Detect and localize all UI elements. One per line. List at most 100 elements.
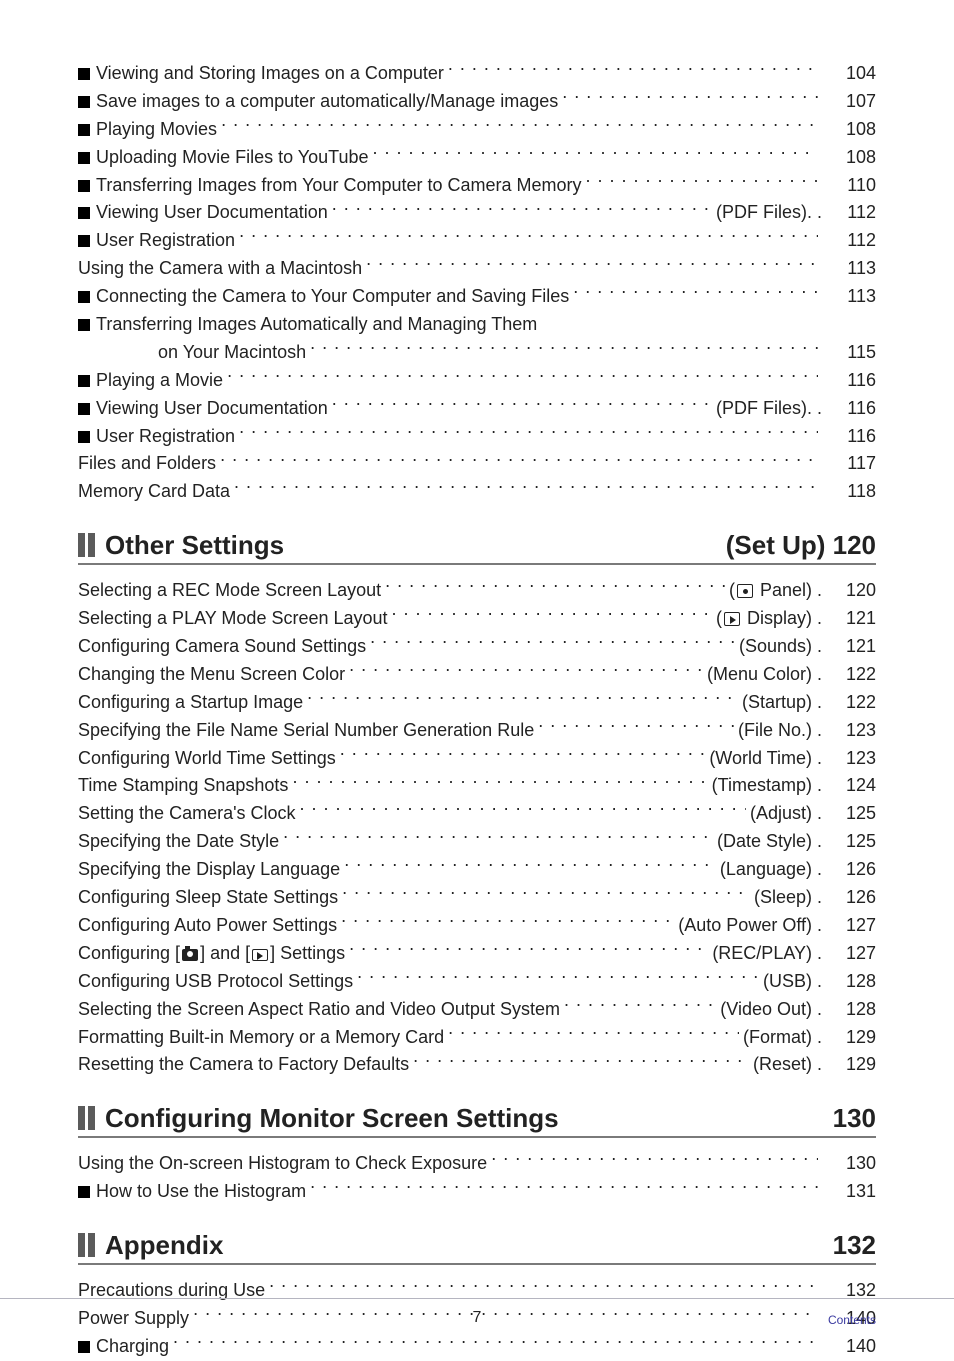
play-box-icon	[252, 949, 268, 961]
leader-dots	[538, 718, 734, 736]
toc-entry-label: Configuring [] and [] Settings	[78, 940, 345, 968]
toc-sub-entry[interactable]: Connecting the Camera to Your Computer a…	[78, 283, 876, 311]
square-bullet-icon	[78, 291, 90, 303]
toc-entry-page: 113	[822, 283, 876, 311]
toc-entry[interactable]: Setting the Camera's Clock (Adjust) .125	[78, 800, 876, 828]
toc-entry-suffix: (Date Style) .	[717, 828, 822, 856]
toc-entry[interactable]: Configuring Camera Sound Settings (Sound…	[78, 633, 876, 661]
toc-entry-page: 122	[822, 689, 876, 717]
toc-entry[interactable]: Configuring a Startup Image (Startup) .1…	[78, 689, 876, 717]
leader-dots	[341, 913, 674, 931]
toc-sub-entry[interactable]: User Registration112	[78, 227, 876, 255]
toc-entry-suffix: (Video Out) .	[720, 996, 822, 1024]
toc-sub-entry[interactable]: User Registration116	[78, 423, 876, 451]
section-meta: (Set Up) 120	[726, 530, 876, 561]
toc-sub-entry[interactable]: Transferring Images from Your Computer t…	[78, 172, 876, 200]
toc-entry-suffix: (Reset) .	[753, 1051, 822, 1079]
leader-dots	[227, 368, 818, 386]
leader-dots	[300, 801, 746, 819]
toc-entry[interactable]: Using the Camera with a Macintosh113	[78, 255, 876, 283]
toc-entry[interactable]: on Your Macintosh115	[78, 339, 876, 367]
toc-sub-entry[interactable]: Uploading Movie Files to YouTube108	[78, 144, 876, 172]
toc-entry-page: 120	[822, 577, 876, 605]
toc-entry-label: Changing the Menu Screen Color	[78, 661, 345, 689]
toc-entry[interactable]: Configuring USB Protocol Settings (USB) …	[78, 968, 876, 996]
toc-entry[interactable]: Configuring [] and [] Settings (REC/PLAY…	[78, 940, 876, 968]
toc-entry[interactable]: Time Stamping Snapshots (Timestamp) .124	[78, 772, 876, 800]
leader-dots	[310, 340, 818, 358]
toc-entry[interactable]: Configuring World Time Settings (World T…	[78, 745, 876, 773]
page-footer: 7 Contents	[0, 1298, 954, 1327]
toc-entry-label: Configuring a Startup Image	[78, 689, 303, 717]
toc-sub-entry[interactable]: Viewing User Documentation (PDF Files). …	[78, 395, 876, 423]
leader-dots	[491, 1151, 818, 1169]
toc-entry[interactable]: Selecting a REC Mode Screen Layout ( Pan…	[78, 577, 876, 605]
toc-entry-suffix: ( Display) .	[716, 605, 822, 633]
toc-entry-label: User Registration	[96, 227, 235, 255]
leader-dots	[310, 1179, 818, 1197]
section-bars-icon	[78, 1106, 95, 1130]
toc-entry[interactable]: Specifying the File Name Serial Number G…	[78, 717, 876, 745]
toc-entry[interactable]: Specifying the Display Language (Languag…	[78, 856, 876, 884]
toc-sub-entry[interactable]: How to Use the Histogram131	[78, 1178, 876, 1206]
toc-sub-entry[interactable]: Playing a Movie116	[78, 367, 876, 395]
toc-sub-entry[interactable]: Save images to a computer automatically/…	[78, 88, 876, 116]
toc-entry[interactable]: Changing the Menu Screen Color (Menu Col…	[78, 661, 876, 689]
square-bullet-icon	[78, 319, 90, 331]
toc-entry[interactable]: Files and Folders117	[78, 450, 876, 478]
toc-sub-entry[interactable]: Viewing and Storing Images on a Computer…	[78, 60, 876, 88]
toc-entry[interactable]: Resetting the Camera to Factory Defaults…	[78, 1051, 876, 1079]
square-bullet-icon	[78, 152, 90, 164]
footer-section-label[interactable]: Contents	[828, 1313, 876, 1327]
toc-entry-suffix: (Language) .	[720, 856, 822, 884]
toc-entry[interactable]: Configuring Auto Power Settings (Auto Po…	[78, 912, 876, 940]
toc-entry-page: 108	[822, 144, 876, 172]
toc-entry[interactable]: Memory Card Data118	[78, 478, 876, 506]
toc-entry-label: Playing a Movie	[96, 367, 223, 395]
toc-sub-entry[interactable]: Transferring Images Automatically and Ma…	[78, 311, 876, 339]
toc-entry-page: 121	[822, 633, 876, 661]
toc-entry[interactable]: Using the On-screen Histogram to Check E…	[78, 1150, 876, 1178]
leader-dots	[366, 256, 818, 274]
leader-dots	[344, 857, 716, 875]
display-play-box-icon	[724, 612, 740, 626]
toc-entry-label: Configuring Auto Power Settings	[78, 912, 337, 940]
leader-dots	[586, 173, 818, 191]
toc-entry-label: Resetting the Camera to Factory Defaults	[78, 1051, 409, 1079]
toc-entry[interactable]: Configuring Sleep State Settings (Sleep)…	[78, 884, 876, 912]
leader-dots	[269, 1278, 818, 1296]
toc-entry-page: 123	[822, 745, 876, 773]
toc-entry-page: 126	[822, 884, 876, 912]
leader-dots	[562, 89, 818, 107]
leader-dots	[342, 885, 750, 903]
toc-entry-suffix: (Sleep) .	[754, 884, 822, 912]
leader-dots	[370, 634, 735, 652]
square-bullet-icon	[78, 124, 90, 136]
leader-dots	[392, 606, 712, 624]
toc-entry-label: Connecting the Camera to Your Computer a…	[96, 283, 569, 311]
toc-entry-suffix: (Timestamp) .	[712, 772, 822, 800]
square-bullet-icon	[78, 180, 90, 192]
toc-sub-entry[interactable]: Viewing User Documentation (PDF Files). …	[78, 199, 876, 227]
toc-entry-label: Playing Movies	[96, 116, 217, 144]
toc-entry[interactable]: Selecting a PLAY Mode Screen Layout ( Di…	[78, 605, 876, 633]
toc-entry-label: Transferring Images from Your Computer t…	[96, 172, 582, 200]
toc-entry-label: How to Use the Histogram	[96, 1178, 306, 1206]
toc-entry-page: 122	[822, 661, 876, 689]
section-header-appendix: Appendix 132	[78, 1230, 876, 1265]
toc-entry-page: 118	[822, 478, 876, 506]
toc-entry[interactable]: Specifying the Date Style (Date Style) .…	[78, 828, 876, 856]
leader-dots	[239, 228, 818, 246]
panel-dot-box-icon	[737, 584, 753, 598]
toc-sub-entry[interactable]: Playing Movies108	[78, 116, 876, 144]
leader-dots	[292, 773, 707, 791]
leader-dots	[448, 61, 818, 79]
section-meta: 130	[833, 1103, 876, 1134]
section-header-other-settings: Other Settings (Set Up) 120	[78, 530, 876, 565]
toc-entry-suffix: (REC/PLAY) .	[712, 940, 822, 968]
toc-entry[interactable]: Selecting the Screen Aspect Ratio and Vi…	[78, 996, 876, 1024]
toc-entry[interactable]: Formatting Built-in Memory or a Memory C…	[78, 1024, 876, 1052]
toc-entry-page: 129	[822, 1051, 876, 1079]
section-header-config-monitor: Configuring Monitor Screen Settings 130	[78, 1103, 876, 1138]
leader-dots	[385, 578, 725, 596]
